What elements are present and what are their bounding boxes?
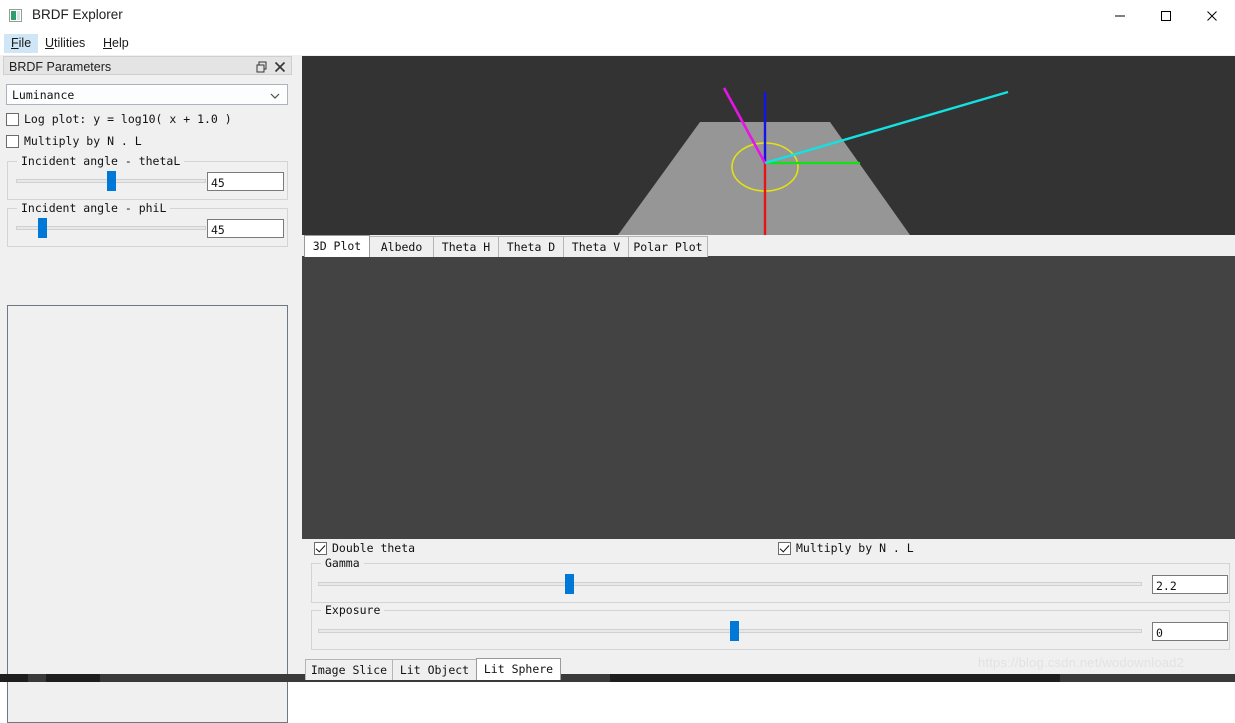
log-plot-label: Log plot: y = log10( x + 1.0 ) — [24, 112, 232, 126]
gamma-value-field[interactable]: 2.2 — [1152, 575, 1228, 594]
menu-utilities[interactable]: Utilities — [38, 34, 92, 53]
taskbar — [0, 674, 1235, 682]
maximize-icon — [1161, 10, 1171, 21]
close-button[interactable] — [1189, 0, 1235, 31]
gamma-group: Gamma 2.2 — [311, 556, 1230, 603]
close-icon — [1207, 10, 1217, 21]
phi-l-slider-handle[interactable] — [38, 218, 47, 238]
brdf-3d-scene — [618, 87, 1009, 235]
double-theta-label: Double theta — [332, 541, 416, 555]
gamma-slider[interactable] — [318, 574, 1142, 594]
channel-select-value: Luminance — [12, 88, 75, 102]
theta-l-value-field[interactable]: 45 — [207, 172, 284, 191]
tab-polar-plot[interactable]: Polar Plot — [628, 236, 708, 257]
double-theta-checkbox[interactable] — [314, 542, 327, 555]
theta-l-group-title: Incident angle - thetaL — [17, 154, 185, 168]
watermark: https://blog.csdn.net/wodownload2 — [978, 655, 1185, 670]
tab-lit-object[interactable]: Lit Object — [392, 659, 477, 680]
render-multiply-nl-label: Multiply by N . L — [796, 541, 914, 555]
channel-select[interactable]: Luminance — [6, 84, 288, 105]
gamma-value: 2.2 — [1156, 579, 1177, 593]
panel-header: BRDF Parameters — [3, 56, 292, 75]
tab-lit-sphere[interactable]: Lit Sphere — [476, 658, 561, 680]
taskbar-item-3[interactable] — [1060, 674, 1235, 682]
multiply-nl-label: Multiply by N . L — [24, 134, 142, 148]
exposure-slider[interactable] — [318, 621, 1142, 641]
phi-l-slider[interactable] — [16, 218, 206, 238]
tab-albedo[interactable]: Albedo — [369, 236, 434, 257]
theta-l-value: 45 — [211, 176, 225, 190]
tab-theta-h[interactable]: Theta H — [433, 236, 499, 257]
log-plot-checkbox[interactable] — [6, 113, 19, 126]
tab-3d-plot[interactable]: 3D Plot — [304, 235, 370, 257]
panel-title: BRDF Parameters — [9, 60, 112, 74]
theta-l-slider-handle[interactable] — [107, 171, 116, 191]
exposure-slider-handle[interactable] — [730, 621, 739, 641]
exposure-group: Exposure 0 — [311, 603, 1230, 650]
exposure-group-title: Exposure — [321, 603, 385, 617]
minimize-button[interactable] — [1097, 0, 1143, 31]
tab-image-slice[interactable]: Image Slice — [305, 659, 393, 680]
gamma-slider-handle[interactable] — [565, 574, 574, 594]
maximize-button[interactable] — [1143, 0, 1189, 31]
app-icon — [9, 9, 22, 22]
taskbar-item-1[interactable] — [28, 674, 46, 682]
panel-close-icon[interactable] — [272, 59, 287, 74]
title-bar: BRDF Explorer — [0, 0, 1235, 32]
phi-l-value: 45 — [211, 223, 225, 237]
phi-l-value-field[interactable]: 45 — [207, 219, 284, 238]
menu-bar: File Utilities Help — [0, 31, 1235, 55]
window-title: BRDF Explorer — [32, 7, 123, 22]
brdf-parameters-panel: BRDF Parameters Luminance Log plot: y = … — [0, 56, 295, 723]
plot-tab-strip: 3D Plot Albedo Theta H Theta D Theta V P… — [302, 235, 1235, 257]
menu-help[interactable]: Help — [96, 34, 136, 53]
theta-l-group: Incident angle - thetaL 45 — [7, 154, 288, 200]
multiply-nl-checkbox[interactable] — [6, 135, 19, 148]
menu-file[interactable]: File — [4, 34, 39, 53]
exposure-value: 0 — [1156, 626, 1163, 640]
lit-sphere-viewport[interactable] — [302, 256, 1235, 539]
render-multiply-nl-checkbox[interactable] — [778, 542, 791, 555]
phi-l-group: Incident angle - phiL 45 — [7, 201, 288, 247]
tab-theta-v[interactable]: Theta V — [563, 236, 629, 257]
tab-theta-d[interactable]: Theta D — [498, 236, 564, 257]
application-window: BRDF Explorer File Utilities Help BRDF P… — [0, 0, 1235, 723]
render-controls: Double theta Multiply by N . L Gamma 2.2… — [302, 539, 1235, 657]
gamma-group-title: Gamma — [321, 556, 364, 570]
phi-l-group-title: Incident angle - phiL — [17, 201, 171, 215]
brdf-3d-viewport[interactable] — [302, 56, 1235, 235]
theta-l-slider[interactable] — [16, 171, 206, 191]
brdf-list[interactable] — [7, 305, 288, 723]
undock-icon[interactable] — [254, 59, 269, 74]
minimize-icon — [1115, 15, 1125, 16]
chevron-down-icon — [270, 93, 280, 99]
gamma-slider-track[interactable] — [318, 582, 1142, 586]
exposure-value-field[interactable]: 0 — [1152, 622, 1228, 641]
